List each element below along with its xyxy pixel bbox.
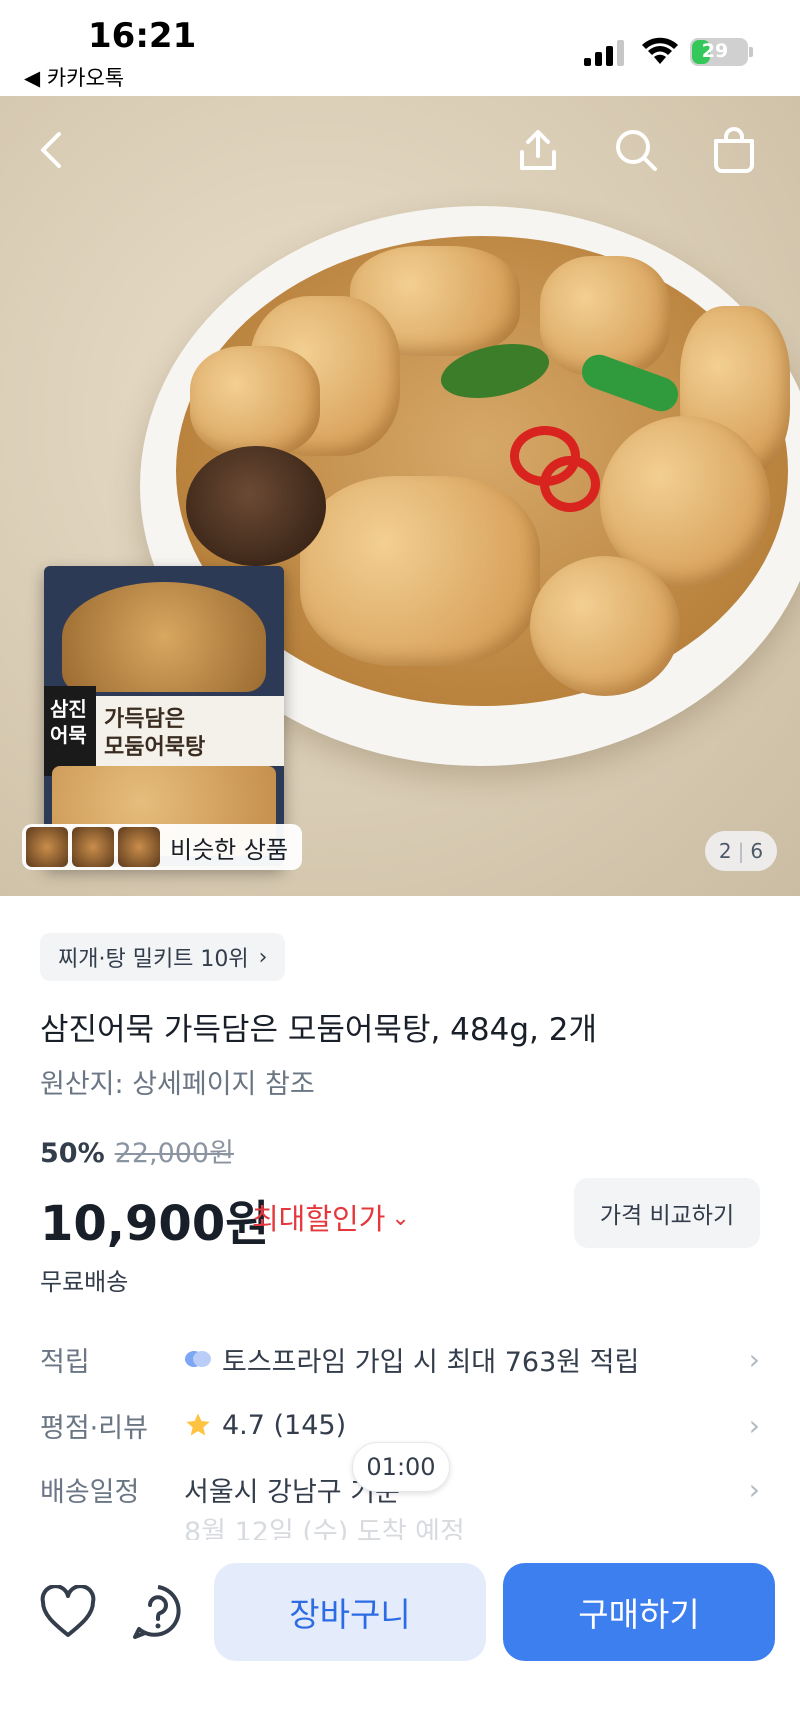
product-image-carousel[interactable]: 삼진어묵 가득담은 모둠어묵탕 비슷한 상품 2 | 6	[0, 96, 800, 896]
search-icon[interactable]	[606, 120, 666, 180]
back-icon[interactable]	[22, 120, 82, 180]
toss-prime-icon	[185, 1351, 211, 1367]
max-discount-dropdown[interactable]: 최대할인가 ⌄	[252, 1196, 410, 1238]
add-to-cart-button[interactable]: 장바구니	[214, 1563, 486, 1661]
wifi-icon	[642, 37, 678, 64]
package-name: 가득담은 모둠어묵탕	[104, 706, 205, 762]
chevron-right-icon: ›	[748, 1472, 760, 1506]
similar-thumb	[72, 827, 114, 867]
reward-row[interactable]: 적립 토스프라임 가입 시 최대 763원 적립 ›	[40, 1334, 760, 1384]
package-name-line1: 가득담은	[104, 707, 185, 732]
max-discount-label: 최대할인가	[252, 1202, 386, 1236]
mushroom	[186, 446, 326, 566]
image-page-indicator: 2 | 6	[705, 831, 777, 871]
package-name-line2: 모둠어묵탕	[104, 735, 206, 760]
back-to-app-link[interactable]: ◀ 카카오톡	[24, 62, 124, 92]
similar-thumb	[118, 827, 160, 867]
rating-value: 4.7 (145)	[222, 1409, 347, 1441]
sale-price: 10,900원	[40, 1196, 270, 1252]
product-origin: 원산지: 상세페이지 참조	[40, 1069, 315, 1100]
product-title: 삼진어묵 가득담은 모둠어묵탕, 484g, 2개	[40, 1012, 597, 1048]
product-package-image: 삼진어묵 가득담은 모둠어묵탕	[44, 566, 284, 866]
page-total: 6	[750, 839, 764, 863]
discount-row: 50% 22,000원	[40, 1131, 234, 1170]
fishcake-piece	[300, 476, 540, 666]
star-icon	[186, 1413, 210, 1436]
page-separator: |	[737, 839, 745, 863]
status-time: 16:21	[88, 16, 197, 56]
bottom-action-bar: 장바구니 구매하기	[0, 1540, 800, 1731]
status-bar: 16:21 ◀ 카카오톡 29	[0, 0, 800, 96]
similar-products-button[interactable]: 비슷한 상품	[22, 824, 303, 870]
fishcake-ball	[530, 556, 680, 696]
buy-now-button[interactable]: 구매하기	[503, 1563, 775, 1661]
package-brand: 삼진어묵	[44, 686, 96, 776]
price-compare-button[interactable]: 가격 비교하기	[574, 1178, 760, 1248]
reward-key: 적립	[40, 1346, 90, 1378]
chevron-right-icon: ›	[748, 1342, 760, 1376]
shipping-info: 무료배송	[40, 1268, 129, 1296]
rating-key: 평점·리뷰	[40, 1412, 148, 1444]
help-icon[interactable]	[126, 1580, 190, 1644]
heart-icon[interactable]	[36, 1580, 100, 1644]
original-price: 22,000원	[114, 1138, 234, 1169]
discount-percent: 50%	[40, 1138, 105, 1169]
similar-thumb	[26, 827, 68, 867]
fishcake-piece	[190, 346, 320, 456]
timer-toast: 01:00	[352, 1442, 450, 1492]
page-current: 2	[718, 839, 732, 863]
category-rank-chip[interactable]: 찌개·탕 밀키트 10위 ›	[40, 933, 286, 981]
chevron-right-icon: ›	[748, 1408, 760, 1442]
signal-icon	[584, 40, 624, 66]
reward-value: 토스프라임 가입 시 최대 763원 적립	[222, 1346, 640, 1378]
chevron-right-icon: ›	[258, 944, 268, 970]
delivery-key: 배송일정	[40, 1476, 140, 1508]
battery-percent: 29	[701, 40, 729, 62]
red-pepper	[540, 456, 600, 512]
share-icon[interactable]	[508, 120, 568, 180]
shopping-bag-icon[interactable]	[704, 120, 764, 180]
similar-products-label: 비슷한 상품	[170, 835, 289, 864]
battery-icon: 29	[690, 38, 753, 66]
chevron-down-icon: ⌄	[391, 1206, 410, 1231]
rank-label: 찌개·탕 밀키트 10위	[58, 947, 249, 972]
